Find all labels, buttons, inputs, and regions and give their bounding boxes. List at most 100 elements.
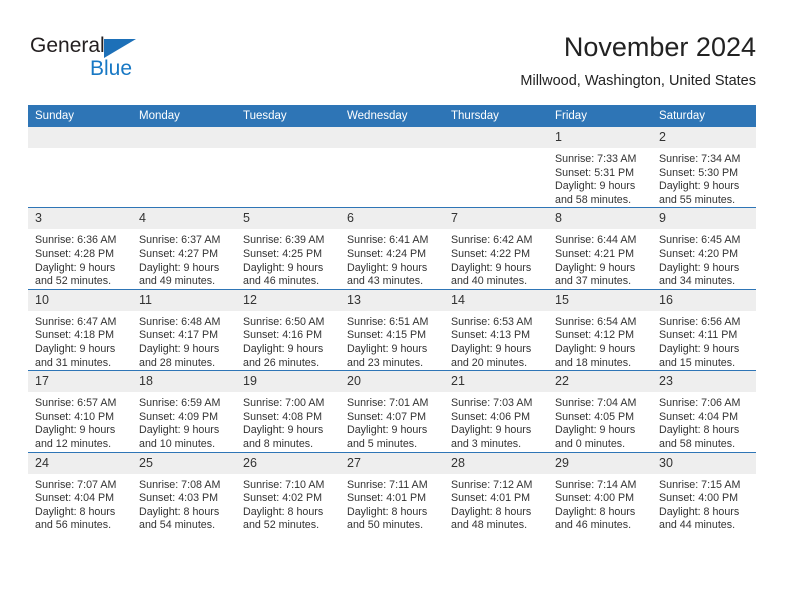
day-number (132, 127, 236, 148)
day-sunrise-text: Sunrise: 6:41 AM (347, 234, 429, 247)
day-sunrise-text: Sunrise: 7:07 AM (35, 478, 117, 491)
day-sunrise-text: Sunrise: 6:59 AM (139, 397, 221, 410)
day-number: 19 (236, 371, 340, 393)
calendar-day-cell[interactable]: 17 Sunrise: 6:57 AM Sunset: 4:10 PM Dayligh… (28, 370, 132, 452)
day-sun-info: Sunrise: 6:39 AM Sunset: 4:25 PM Daylight:… (236, 229, 340, 288)
day-daylight1-text: Daylight: 8 hours (659, 505, 740, 518)
day-sun-info: Sunrise: 6:37 AM Sunset: 4:27 PM Daylight:… (132, 229, 236, 288)
day-number: 26 (236, 452, 340, 474)
day-sunrise-text: Sunrise: 7:34 AM (659, 153, 741, 165)
day-sunset-text: Sunset: 4:02 PM (243, 492, 323, 505)
calendar-day-cell[interactable]: 29 Sunrise: 7:14 AM Sunset: 4:00 PM Dayligh… (548, 451, 652, 533)
title-block: November 2024 Millwood, Washington, Unit… (520, 30, 756, 91)
day-sunset-text: Sunset: 5:31 PM (555, 166, 635, 179)
calendar-day-cell[interactable]: 21 Sunrise: 7:03 AM Sunset: 4:06 PM Dayligh… (444, 370, 548, 452)
day-sunset-text: Sunset: 4:24 PM (347, 247, 427, 260)
calendar-day-cell[interactable]: 3 Sunrise: 6:36 AM Sunset: 4:28 PM Daylight… (28, 207, 132, 290)
calendar-day-cell[interactable]: 7 Sunrise: 6:42 AM Sunset: 4:22 PM Daylight… (444, 207, 548, 290)
day-sun-info: Sunrise: 6:50 AM Sunset: 4:16 PM Daylight:… (236, 311, 340, 370)
calendar-day-cell[interactable]: 25 Sunrise: 7:08 AM Sunset: 4:03 PM Dayligh… (132, 451, 236, 533)
calendar-day-cell[interactable]: 5 Sunrise: 6:39 AM Sunset: 4:25 PM Daylight… (236, 207, 340, 290)
calendar-day-cell[interactable]: 30 Sunrise: 7:15 AM Sunset: 4:00 PM Dayligh… (652, 451, 756, 533)
weekday-header-row: Sunday Monday Tuesday Wednesday Thursday… (28, 105, 756, 127)
day-sunset-text: Sunset: 4:09 PM (139, 410, 219, 423)
day-daylight1-text: Daylight: 9 hours (555, 261, 636, 274)
day-sunrise-text: Sunrise: 6:54 AM (555, 315, 637, 328)
calendar-day-cell[interactable]: 14 Sunrise: 6:53 AM Sunset: 4:13 PM Dayligh… (444, 288, 548, 371)
day-daylight1-text: Daylight: 9 hours (35, 424, 116, 437)
day-number: 27 (340, 452, 444, 474)
calendar-day-cell[interactable]: 16 Sunrise: 6:56 AM Sunset: 4:11 PM Dayligh… (652, 288, 756, 371)
day-number: 15 (548, 289, 652, 311)
day-number: 7 (444, 208, 548, 230)
day-number (28, 127, 132, 148)
calendar-week-row: 3 Sunrise: 6:36 AM Sunset: 4:28 PM Daylight… (28, 207, 756, 290)
day-sunset-text: Sunset: 4:18 PM (35, 329, 115, 342)
calendar-body: 1 Sunrise: 7:33 AM Sunset: 5:31 PM Daylight… (28, 127, 756, 533)
day-sun-info: Sunrise: 7:08 AM Sunset: 4:03 PM Daylight:… (132, 474, 236, 533)
day-daylight2-text: and 56 minutes. (35, 519, 112, 532)
calendar-day-cell[interactable]: 15 Sunrise: 6:54 AM Sunset: 4:12 PM Dayligh… (548, 288, 652, 371)
day-sun-info: Sunrise: 6:41 AM Sunset: 4:24 PM Daylight:… (340, 229, 444, 288)
calendar-day-cell[interactable]: 11 Sunrise: 6:48 AM Sunset: 4:17 PM Dayligh… (132, 288, 236, 371)
day-sun-info: Sunrise: 6:36 AM Sunset: 4:28 PM Daylight:… (28, 229, 132, 288)
calendar-day-cell[interactable]: 6 Sunrise: 6:41 AM Sunset: 4:24 PM Daylight… (340, 207, 444, 290)
day-sunset-text: Sunset: 4:04 PM (659, 410, 739, 423)
calendar-page: General Blue November 2024 Millwood, Was… (0, 0, 792, 612)
calendar-day-cell[interactable]: 19 Sunrise: 7:00 AM Sunset: 4:08 PM Dayligh… (236, 370, 340, 452)
calendar-day-cell[interactable]: 4 Sunrise: 6:37 AM Sunset: 4:27 PM Daylight… (132, 207, 236, 290)
day-sunset-text: Sunset: 4:11 PM (659, 329, 738, 342)
day-sun-info: Sunrise: 6:54 AM Sunset: 4:12 PM Daylight:… (548, 311, 652, 370)
day-number: 11 (132, 289, 236, 311)
calendar-day-cell[interactable]: 2 Sunrise: 7:34 AM Sunset: 5:30 PM Daylight… (652, 127, 756, 208)
day-sun-info: Sunrise: 6:42 AM Sunset: 4:22 PM Daylight:… (444, 229, 548, 288)
calendar-day-cell[interactable]: 12 Sunrise: 6:50 AM Sunset: 4:16 PM Dayligh… (236, 288, 340, 371)
calendar-day-cell[interactable]: 1 Sunrise: 7:33 AM Sunset: 5:31 PM Daylight… (548, 127, 652, 208)
weekday-header-monday: Monday (132, 105, 236, 127)
general-blue-logo[interactable]: General Blue (28, 34, 238, 86)
day-sunrise-text: Sunrise: 6:56 AM (659, 315, 741, 328)
day-sunset-text: Sunset: 4:16 PM (243, 329, 323, 342)
calendar-day-cell[interactable]: 27 Sunrise: 7:11 AM Sunset: 4:01 PM Dayligh… (340, 451, 444, 533)
day-sun-info: Sunrise: 6:48 AM Sunset: 4:17 PM Daylight:… (132, 311, 236, 370)
day-number: 24 (28, 452, 132, 474)
calendar-day-cell[interactable]: 28 Sunrise: 7:12 AM Sunset: 4:01 PM Dayligh… (444, 451, 548, 533)
day-sun-info: Sunrise: 7:12 AM Sunset: 4:01 PM Daylight:… (444, 474, 548, 533)
day-sunset-text: Sunset: 4:05 PM (555, 410, 635, 423)
day-sun-info: Sunrise: 6:56 AM Sunset: 4:11 PM Daylight:… (652, 311, 756, 370)
day-sun-info: Sunrise: 6:57 AM Sunset: 4:10 PM Daylight:… (28, 392, 132, 451)
day-sun-info: Sunrise: 7:15 AM Sunset: 4:00 PM Daylight:… (652, 474, 756, 533)
calendar-day-cell-empty (28, 127, 132, 208)
page-subtitle-location: Millwood, Washington, United States (520, 73, 756, 89)
calendar-week-row: 17 Sunrise: 6:57 AM Sunset: 4:10 PM Dayligh… (28, 370, 756, 452)
calendar-day-cell[interactable]: 23 Sunrise: 7:06 AM Sunset: 4:04 PM Dayligh… (652, 370, 756, 452)
calendar-day-cell[interactable]: 22 Sunrise: 7:04 AM Sunset: 4:05 PM Dayligh… (548, 370, 652, 452)
day-daylight1-text: Daylight: 9 hours (347, 342, 428, 355)
day-sun-info: Sunrise: 7:03 AM Sunset: 4:06 PM Daylight:… (444, 392, 548, 451)
calendar-day-cell[interactable]: 9 Sunrise: 6:45 AM Sunset: 4:20 PM Daylight… (652, 207, 756, 290)
day-daylight1-text: Daylight: 9 hours (451, 342, 532, 355)
day-daylight2-text: and 34 minutes. (659, 275, 736, 288)
calendar-day-cell[interactable]: 20 Sunrise: 7:01 AM Sunset: 4:07 PM Dayligh… (340, 370, 444, 452)
calendar-day-cell[interactable]: 26 Sunrise: 7:10 AM Sunset: 4:02 PM Dayligh… (236, 451, 340, 533)
day-sun-info: Sunrise: 7:10 AM Sunset: 4:02 PM Daylight:… (236, 474, 340, 533)
day-daylight1-text: Daylight: 9 hours (35, 261, 116, 274)
calendar-day-cell[interactable]: 18 Sunrise: 6:59 AM Sunset: 4:09 PM Dayligh… (132, 370, 236, 452)
calendar-day-cell[interactable]: 13 Sunrise: 6:51 AM Sunset: 4:15 PM Dayligh… (340, 288, 444, 371)
day-number: 23 (652, 371, 756, 393)
calendar-day-cell[interactable]: 8 Sunrise: 6:44 AM Sunset: 4:21 PM Daylight… (548, 207, 652, 290)
calendar-day-cell[interactable]: 24 Sunrise: 7:07 AM Sunset: 4:04 PM Dayligh… (28, 451, 132, 533)
day-sunrise-text: Sunrise: 6:36 AM (35, 234, 117, 247)
day-sunrise-text: Sunrise: 6:39 AM (243, 234, 325, 247)
calendar-day-cell[interactable]: 10 Sunrise: 6:47 AM Sunset: 4:18 PM Dayligh… (28, 288, 132, 371)
day-daylight2-text: and 46 minutes. (555, 519, 632, 532)
day-sunset-text: Sunset: 4:08 PM (243, 410, 323, 423)
day-sunset-text: Sunset: 4:07 PM (347, 410, 427, 423)
day-sunrise-text: Sunrise: 7:06 AM (659, 397, 741, 410)
weekday-header-thursday: Thursday (444, 105, 548, 127)
day-sunset-text: Sunset: 4:27 PM (139, 247, 219, 260)
day-sunset-text: Sunset: 4:13 PM (451, 329, 531, 342)
day-sunrise-text: Sunrise: 7:33 AM (555, 153, 637, 165)
day-daylight1-text: Daylight: 8 hours (659, 424, 740, 437)
day-daylight2-text: and 46 minutes. (243, 275, 320, 288)
